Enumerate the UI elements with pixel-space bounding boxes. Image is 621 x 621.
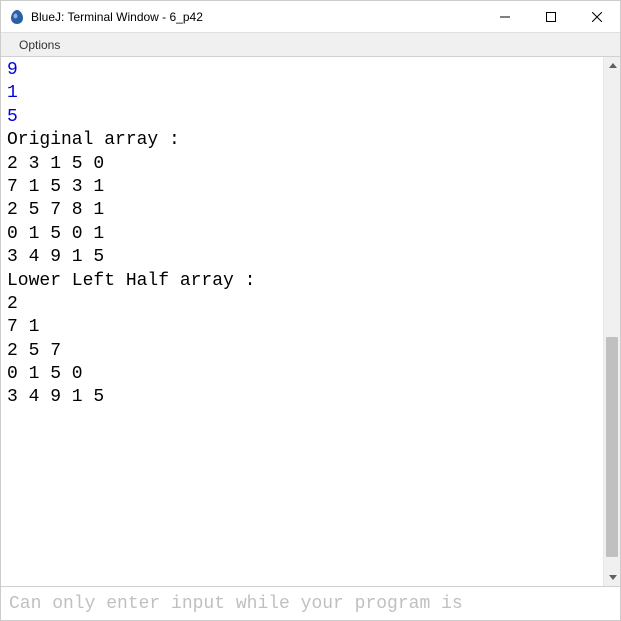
terminal-output-line: 0 1 5 0 [7, 363, 597, 386]
terminal-output-line: 2 [7, 293, 597, 316]
terminal-output-line: 7 1 [7, 316, 597, 339]
bluej-icon [9, 9, 25, 25]
terminal-output-line: Lower Left Half array : [7, 270, 597, 293]
scroll-thumb[interactable] [606, 337, 618, 557]
scroll-down-icon[interactable] [604, 569, 621, 586]
terminal-output-line: 7 1 5 3 1 [7, 176, 597, 199]
terminal-output-line: 2 5 7 [7, 340, 597, 363]
window-controls [482, 1, 620, 32]
terminal-output-line: Original array : [7, 129, 597, 152]
maximize-button[interactable] [528, 1, 574, 32]
terminal-input [1, 587, 620, 620]
input-area [1, 586, 620, 620]
menubar: Options [1, 33, 620, 57]
minimize-button[interactable] [482, 1, 528, 32]
close-button[interactable] [574, 1, 620, 32]
terminal-input-line: 1 [7, 82, 597, 105]
menu-options[interactable]: Options [11, 36, 68, 54]
terminal-output-line: 2 3 1 5 0 [7, 153, 597, 176]
window-title: BlueJ: Terminal Window - 6_p42 [31, 10, 482, 24]
terminal-input-line: 5 [7, 106, 597, 129]
scrollbar[interactable] [603, 57, 620, 586]
terminal-output-line: 0 1 5 0 1 [7, 223, 597, 246]
scroll-up-icon[interactable] [604, 57, 621, 74]
terminal-output-line: 3 4 9 1 5 [7, 386, 597, 409]
terminal-output-line: 3 4 9 1 5 [7, 246, 597, 269]
content-area: 915Original array :2 3 1 5 07 1 5 3 12 5… [1, 57, 620, 586]
terminal-output-line: 2 5 7 8 1 [7, 199, 597, 222]
titlebar: BlueJ: Terminal Window - 6_p42 [1, 1, 620, 33]
terminal-input-line: 9 [7, 59, 597, 82]
terminal-output: 915Original array :2 3 1 5 07 1 5 3 12 5… [1, 57, 603, 586]
